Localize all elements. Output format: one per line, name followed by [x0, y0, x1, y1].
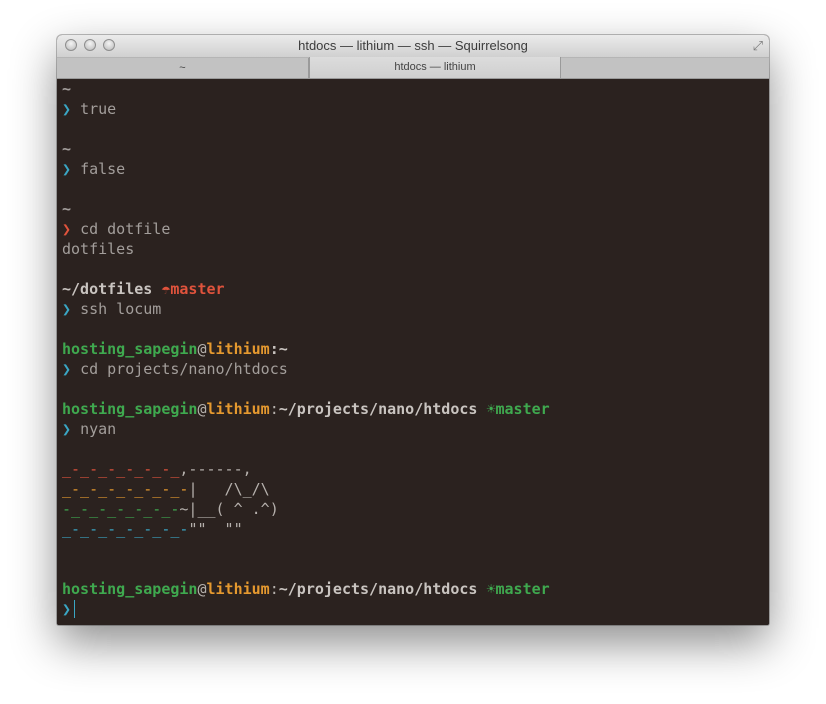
nyan-cat-row: _-_-_-_-_-_-_,------, [62, 460, 252, 478]
sun-icon: ☀ [486, 400, 496, 418]
title-bar[interactable]: htdocs — lithium — ssh — Squirrelsong ⤢ [57, 35, 769, 58]
hostname: lithium [206, 580, 270, 598]
text-cursor [74, 600, 76, 618]
prompt-arrow-icon: ❯ [62, 360, 72, 378]
command-output: dotfiles [62, 240, 135, 258]
prompt-path-line: ~ [62, 140, 72, 158]
prompt-arrow-icon: ❯ [62, 100, 72, 118]
nyan-cat-row: -_-_-_-_-_-_-~|__( ^ .^) [62, 500, 279, 518]
window-title: htdocs — lithium — ssh — Squirrelsong [298, 38, 528, 53]
prompt-path-line: hosting_sapegin@lithium:~/projects/nano/… [62, 580, 550, 598]
git-branch: master [495, 580, 550, 598]
nyan-cat-row: _-_-_-_-_-_-_-| /\_/\ [62, 480, 270, 498]
fullscreen-icon[interactable]: ⤢ [753, 38, 763, 54]
command-line: ❯ cd dotfile [62, 220, 171, 238]
tab-home[interactable]: ~ [57, 58, 309, 78]
username: hosting_sapegin [62, 340, 198, 358]
rainbow-trail: -_-_-_-_-_-_- [62, 500, 180, 518]
command-line: ❯ nyan [62, 420, 117, 438]
prompt-arrow-icon: ❯ [62, 160, 72, 178]
git-branch: master [170, 280, 225, 298]
command-line: ❯ ssh locum [62, 300, 162, 318]
active-command-line[interactable]: ❯ [62, 599, 764, 619]
username: hosting_sapegin [62, 400, 198, 418]
nyan-cat-row: _-_-_-_-_-_-_-"" "" [62, 520, 243, 538]
tab-htdocs-lithium[interactable]: htdocs — lithium [309, 57, 561, 78]
rainbow-trail: _-_-_-_-_-_-_- [62, 520, 189, 538]
git-branch: master [495, 400, 550, 418]
terminal-window: htdocs — lithium — ssh — Squirrelsong ⤢ … [57, 35, 769, 625]
command-line: ❯ false [62, 160, 126, 178]
prompt-path-line: ~/dotfiles ☂master [62, 280, 225, 298]
prompt-arrow-error-icon: ❯ [62, 220, 72, 238]
tab-bar: ~ htdocs — lithium [57, 57, 769, 79]
current-path: ~/projects/nano/htdocs [278, 400, 478, 418]
prompt-arrow-icon: ❯ [62, 600, 72, 618]
username: hosting_sapegin [62, 580, 198, 598]
command-line: ❯ true [62, 100, 117, 118]
hostname: lithium [206, 400, 270, 418]
hostname: lithium [206, 340, 270, 358]
current-path: ~/projects/nano/htdocs [278, 580, 478, 598]
command-line: ❯ cd projects/nano/htdocs [62, 360, 288, 378]
prompt-path-line: ~ [62, 200, 72, 218]
prompt-arrow-icon: ❯ [62, 300, 72, 318]
prompt-path-line: hosting_sapegin@lithium:~ [62, 340, 288, 358]
rainbow-trail: _-_-_-_-_-_-_- [62, 480, 189, 498]
sun-icon: ☀ [486, 580, 496, 598]
rainbow-trail: _-_-_-_-_-_-_ [62, 460, 180, 478]
prompt-path-line: hosting_sapegin@lithium:~/projects/nano/… [62, 400, 550, 418]
prompt-arrow-icon: ❯ [62, 420, 72, 438]
terminal-output[interactable]: ~ ❯ true ~ ❯ false ~ ❯ cd dotfile dotfil… [57, 79, 769, 625]
prompt-path-line: ~ [62, 80, 72, 98]
